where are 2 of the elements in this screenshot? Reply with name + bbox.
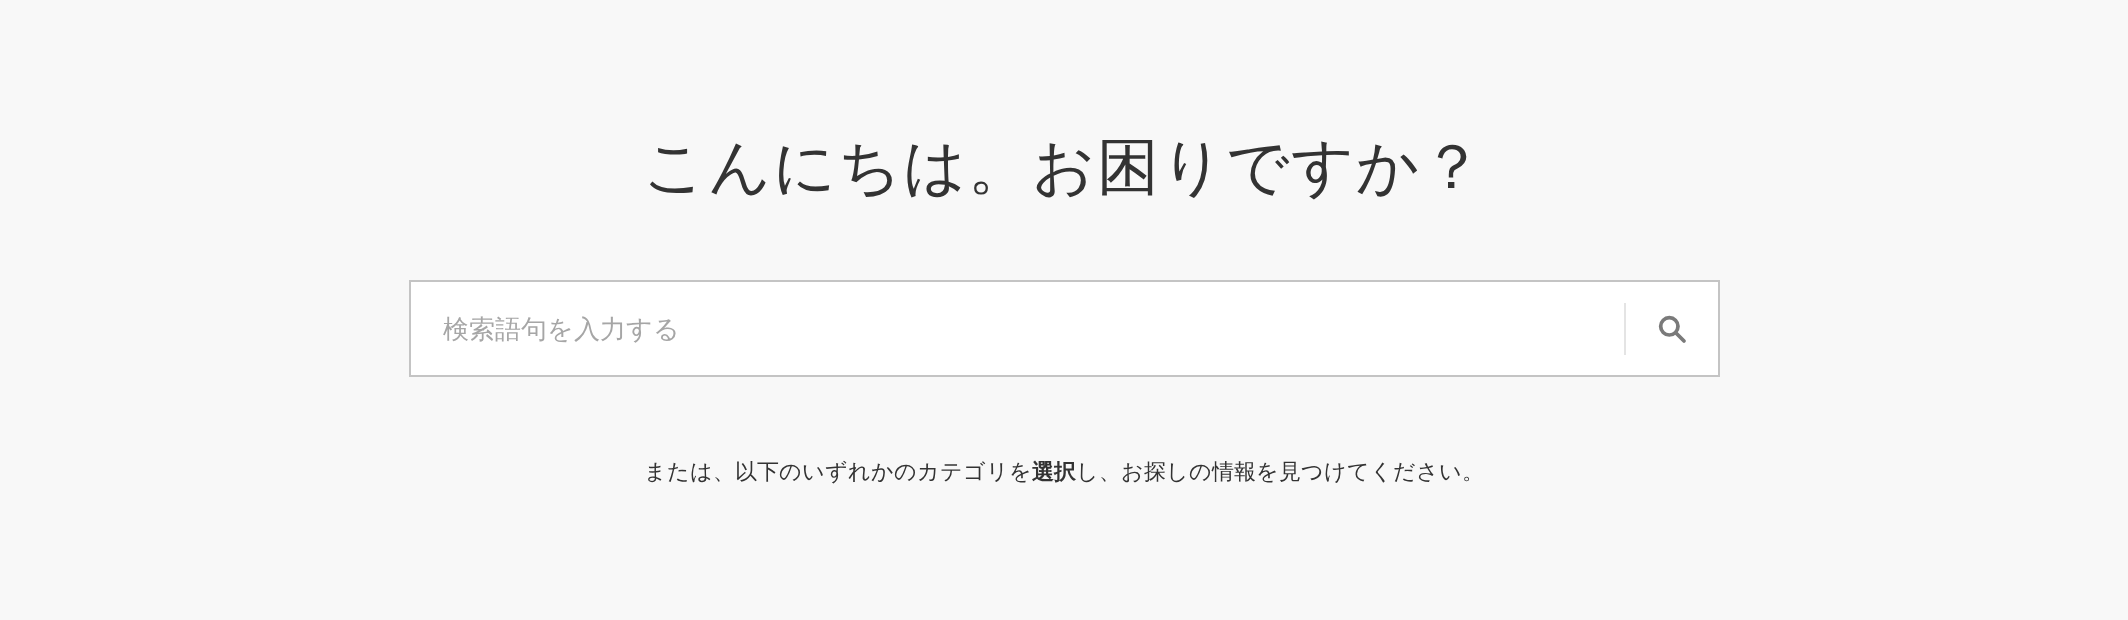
page-heading: こんにちは。お困りですか？ xyxy=(643,130,1485,205)
instruction-text: または、以下のいずれかのカテゴリを選択し、お探しの情報を見つけてください。 xyxy=(644,458,1484,487)
